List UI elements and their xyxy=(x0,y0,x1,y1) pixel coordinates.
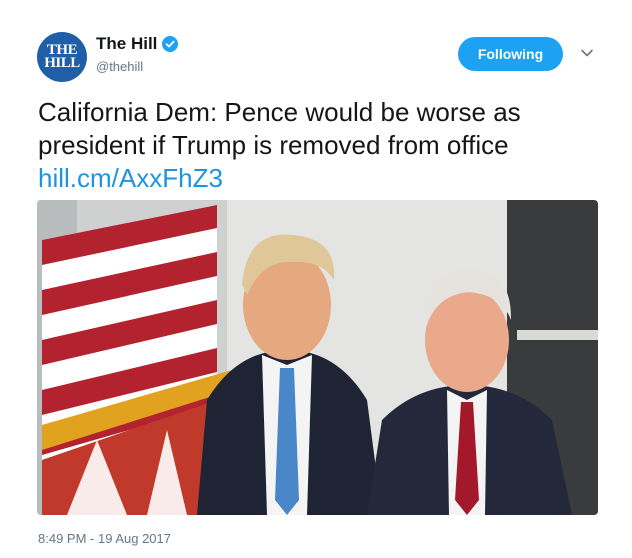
tweet-photo[interactable] xyxy=(37,200,598,515)
tweet-text-body: California Dem: Pence would be worse as … xyxy=(38,97,521,160)
display-name[interactable]: The Hill xyxy=(96,34,157,54)
tweet-card: THE HILL The Hill @thehill Following Cal… xyxy=(0,0,632,558)
tweet-text: California Dem: Pence would be worse as … xyxy=(38,96,598,195)
account-handle[interactable]: @thehill xyxy=(96,59,143,74)
tweet-link[interactable]: hill.cm/AxxFhZ3 xyxy=(38,162,598,195)
verified-badge-icon xyxy=(162,36,179,52)
avatar-logo-text: THE HILL xyxy=(44,42,80,71)
account-name-row: The Hill xyxy=(96,34,179,54)
tweet-timestamp[interactable]: 8:49 PM - 19 Aug 2017 xyxy=(38,531,171,546)
avatar[interactable]: THE HILL xyxy=(37,32,87,82)
chevron-down-icon[interactable] xyxy=(580,48,594,58)
following-button[interactable]: Following xyxy=(458,37,563,71)
